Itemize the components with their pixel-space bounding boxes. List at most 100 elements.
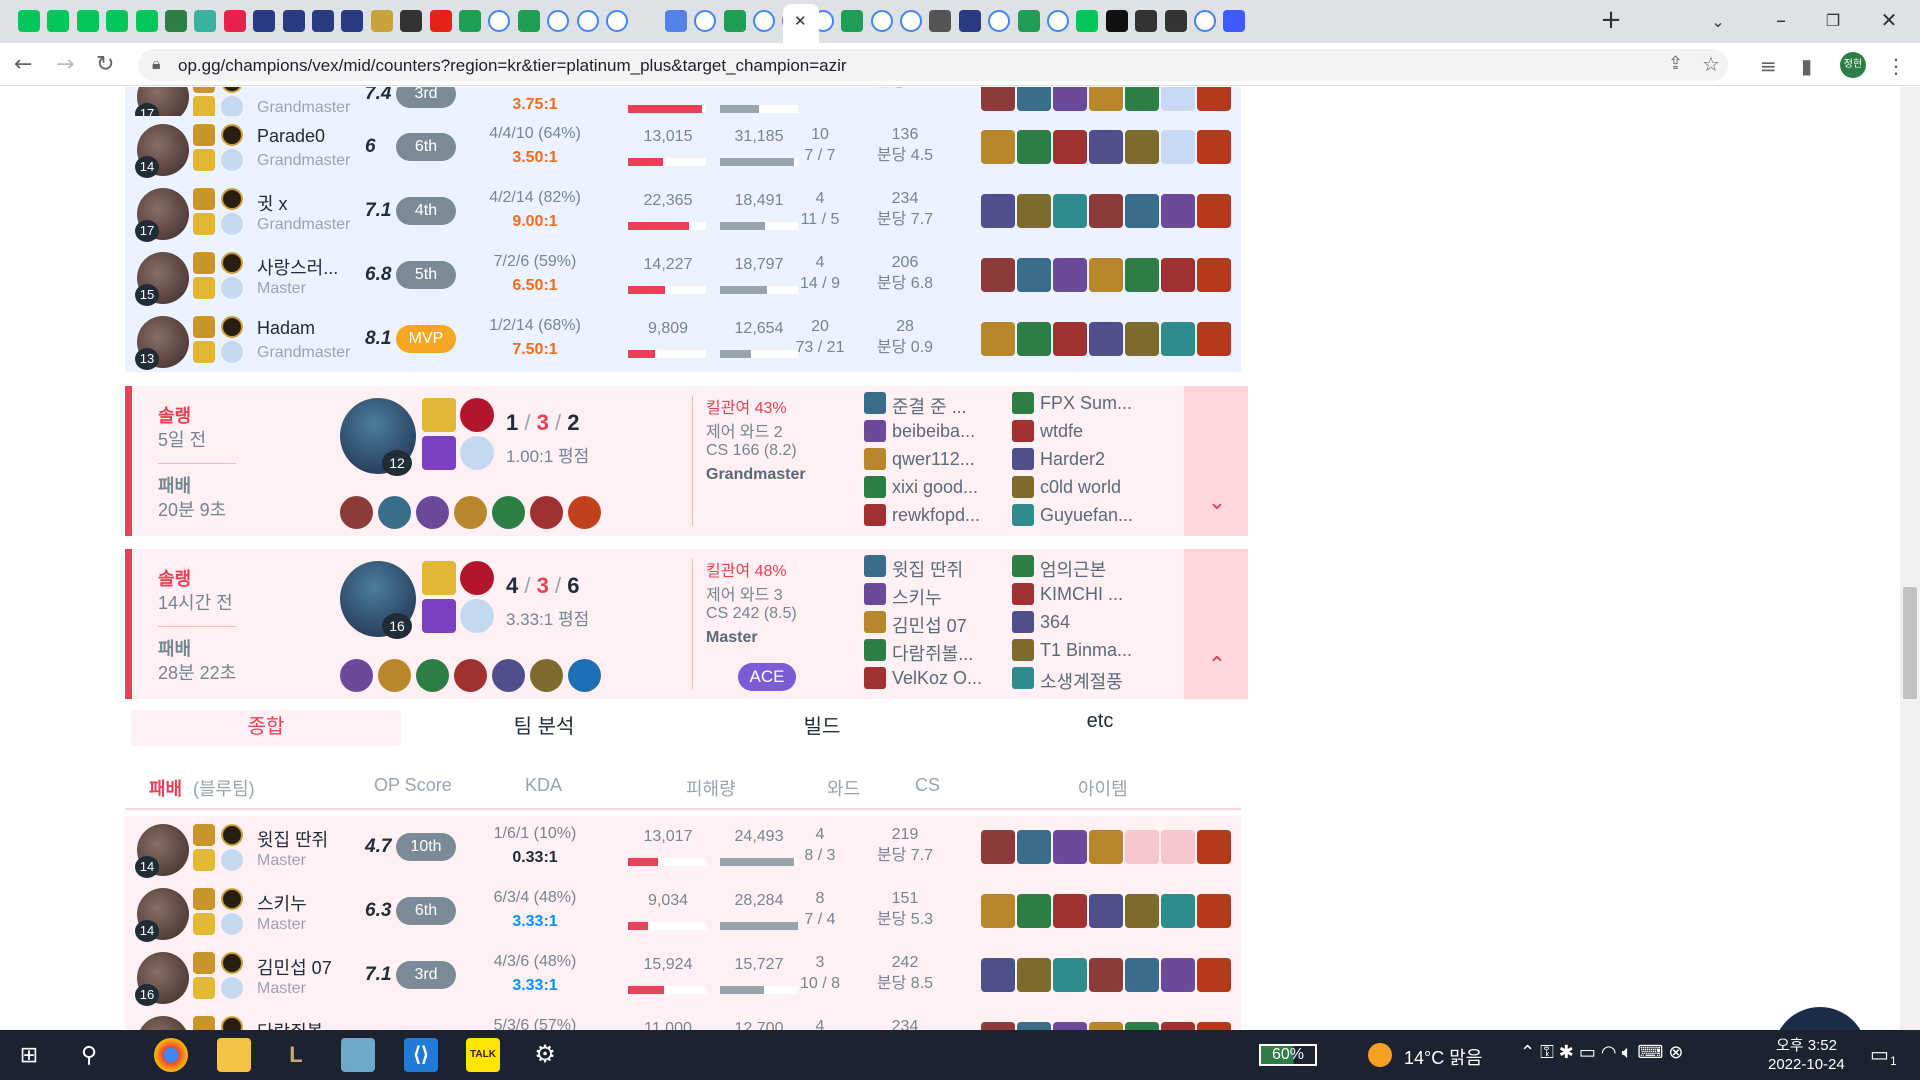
team-champion-icon[interactable]	[864, 583, 886, 605]
profile-avatar[interactable]: 정현	[1840, 52, 1866, 78]
team-champion-icon[interactable]	[1012, 504, 1034, 526]
item-slot-icon[interactable]	[1017, 194, 1051, 228]
primary-rune-icon[interactable]	[221, 952, 243, 974]
summoner-name[interactable]: 스키누	[257, 890, 307, 916]
page-scrollbar[interactable]	[1900, 87, 1920, 1030]
team2-player-name[interactable]: wtdfe	[1040, 421, 1083, 442]
item-slot-icon[interactable]	[1017, 1022, 1051, 1030]
summoner-name[interactable]: 다람쥐볼...	[257, 1018, 338, 1030]
team1-player-name[interactable]: qwer112...	[892, 449, 975, 470]
secondary-rune-icon[interactable]	[221, 213, 243, 235]
item-slot-icon[interactable]	[1017, 322, 1051, 356]
tab-chat-icon[interactable]	[517, 10, 540, 32]
reload-button[interactable]: ↻	[96, 52, 114, 77]
primary-rune-icon[interactable]	[221, 1016, 243, 1030]
item-slot-icon[interactable]	[1125, 958, 1159, 992]
item-slot-icon[interactable]	[454, 496, 487, 529]
back-button[interactable]: ←	[14, 52, 32, 77]
item-slot-icon[interactable]	[1089, 894, 1123, 928]
team1-player-name[interactable]: 다람쥐볼...	[892, 640, 973, 666]
league-client-icon[interactable]: L	[279, 1038, 313, 1072]
forward-button[interactable]: →	[56, 52, 74, 77]
tab-google-icon[interactable]	[576, 10, 599, 32]
summoner-spell-icon[interactable]	[422, 561, 456, 595]
team-champion-icon[interactable]	[1012, 667, 1034, 689]
tab-circle-icon[interactable]	[194, 10, 217, 32]
team2-player-name[interactable]: KIMCHI ...	[1040, 584, 1123, 605]
primary-rune-icon[interactable]	[221, 188, 243, 210]
tab-notion-icon[interactable]	[1105, 10, 1128, 32]
scrollbar-thumb[interactable]	[1903, 587, 1917, 699]
summoner-spell-icon[interactable]	[193, 977, 215, 999]
bookmark-star-icon[interactable]: ☆	[1702, 52, 1720, 76]
item-slot-icon[interactable]	[1197, 1022, 1231, 1030]
tab-dots-icon[interactable]	[400, 10, 423, 32]
item-slot-icon[interactable]	[1089, 194, 1123, 228]
item-slot-icon[interactable]	[981, 1022, 1015, 1030]
tab-summary[interactable]: 종합	[131, 710, 401, 746]
tab-google-icon[interactable]	[488, 10, 511, 32]
team-champion-icon[interactable]	[1012, 476, 1034, 498]
summoner-name[interactable]: 귓 x	[257, 190, 288, 216]
item-slot-icon[interactable]	[1197, 130, 1231, 164]
primary-rune-icon[interactable]	[221, 124, 243, 146]
item-slot-icon[interactable]	[1017, 830, 1051, 864]
team2-player-name[interactable]: c0ld world	[1040, 477, 1121, 498]
item-slot-icon[interactable]	[1197, 87, 1231, 111]
item-slot-icon[interactable]	[1017, 258, 1051, 292]
item-slot-icon[interactable]	[981, 322, 1015, 356]
new-tab-button[interactable]: +	[1596, 5, 1626, 35]
primary-rune-icon[interactable]	[460, 561, 494, 595]
item-slot-icon[interactable]	[1197, 258, 1231, 292]
item-slot-icon[interactable]	[1125, 258, 1159, 292]
team2-player-name[interactable]: FPX Sum...	[1040, 393, 1132, 414]
team-champion-icon[interactable]	[1012, 448, 1034, 470]
item-slot-icon[interactable]	[378, 496, 411, 529]
item-slot-icon[interactable]	[1089, 87, 1123, 111]
team-champion-icon[interactable]	[864, 420, 886, 442]
primary-rune-icon[interactable]	[460, 398, 494, 432]
notification-icon[interactable]: ▭	[1870, 1042, 1889, 1067]
tab-naver-icon[interactable]	[76, 10, 99, 32]
tab-globe-icon[interactable]	[929, 10, 952, 32]
summoner-name[interactable]: Hadam	[257, 318, 315, 339]
summoner-spell-icon[interactable]	[193, 149, 215, 171]
tab-google-icon[interactable]	[1194, 10, 1216, 32]
tab-app-icon[interactable]	[223, 10, 246, 32]
player-row[interactable]: 15 사랑스러... Master 6.8 5th 7/2/6 (59%) 6.50:1 14…	[125, 244, 1241, 308]
player-row[interactable]: 16 김민섭 07 Master 7.1 3rd 4/3/6 (48%) 3.33:1 15,…	[125, 944, 1241, 1008]
team-champion-icon[interactable]	[864, 667, 886, 689]
summoner-spell-icon[interactable]	[193, 188, 215, 210]
summoner-spell-icon[interactable]	[422, 599, 456, 633]
kakaotalk-icon[interactable]: TALK	[466, 1038, 500, 1072]
summoner-spell-icon[interactable]	[193, 341, 215, 363]
vscode-icon[interactable]: ⟨⟩	[404, 1038, 438, 1072]
item-slot-icon[interactable]	[981, 194, 1015, 228]
summoner-spell-icon[interactable]	[193, 213, 215, 235]
item-slot-icon[interactable]	[1089, 830, 1123, 864]
team2-player-name[interactable]: 364	[1040, 612, 1070, 633]
primary-rune-icon[interactable]	[221, 824, 243, 846]
item-slot-icon[interactable]	[1161, 130, 1195, 164]
player-row[interactable]: 17 귓 x Grandmaster 7.1 4th 4/2/14 (82%) 9.00:1…	[125, 180, 1241, 244]
battery-indicator[interactable]: 60%	[1259, 1044, 1317, 1066]
team-champion-icon[interactable]	[1012, 392, 1034, 414]
settings-icon[interactable]: ⚙	[528, 1038, 562, 1072]
weather-text[interactable]: 14°C 맑음	[1404, 1044, 1482, 1070]
secondary-rune-icon[interactable]	[221, 149, 243, 171]
tab-close-icon[interactable]: ✕	[794, 12, 807, 30]
tab-google-icon[interactable]	[753, 10, 775, 32]
item-slot-icon[interactable]	[1053, 894, 1087, 928]
team-champion-icon[interactable]	[864, 555, 886, 577]
team2-player-name[interactable]: Guyuefan...	[1040, 505, 1133, 526]
team-champion-icon[interactable]	[1012, 583, 1034, 605]
item-slot-icon[interactable]	[1089, 1022, 1123, 1030]
tab-dots-icon[interactable]	[1164, 10, 1187, 32]
summoner-spell-icon[interactable]	[193, 252, 215, 274]
menu-kebab-icon[interactable]: ⋮	[1886, 54, 1906, 78]
summoner-spell-icon[interactable]	[193, 1016, 215, 1030]
team2-player-name[interactable]: T1 Binma...	[1040, 640, 1132, 661]
secondary-rune-icon[interactable]	[221, 277, 243, 299]
primary-rune-icon[interactable]	[221, 87, 243, 93]
secondary-rune-icon[interactable]	[221, 341, 243, 363]
